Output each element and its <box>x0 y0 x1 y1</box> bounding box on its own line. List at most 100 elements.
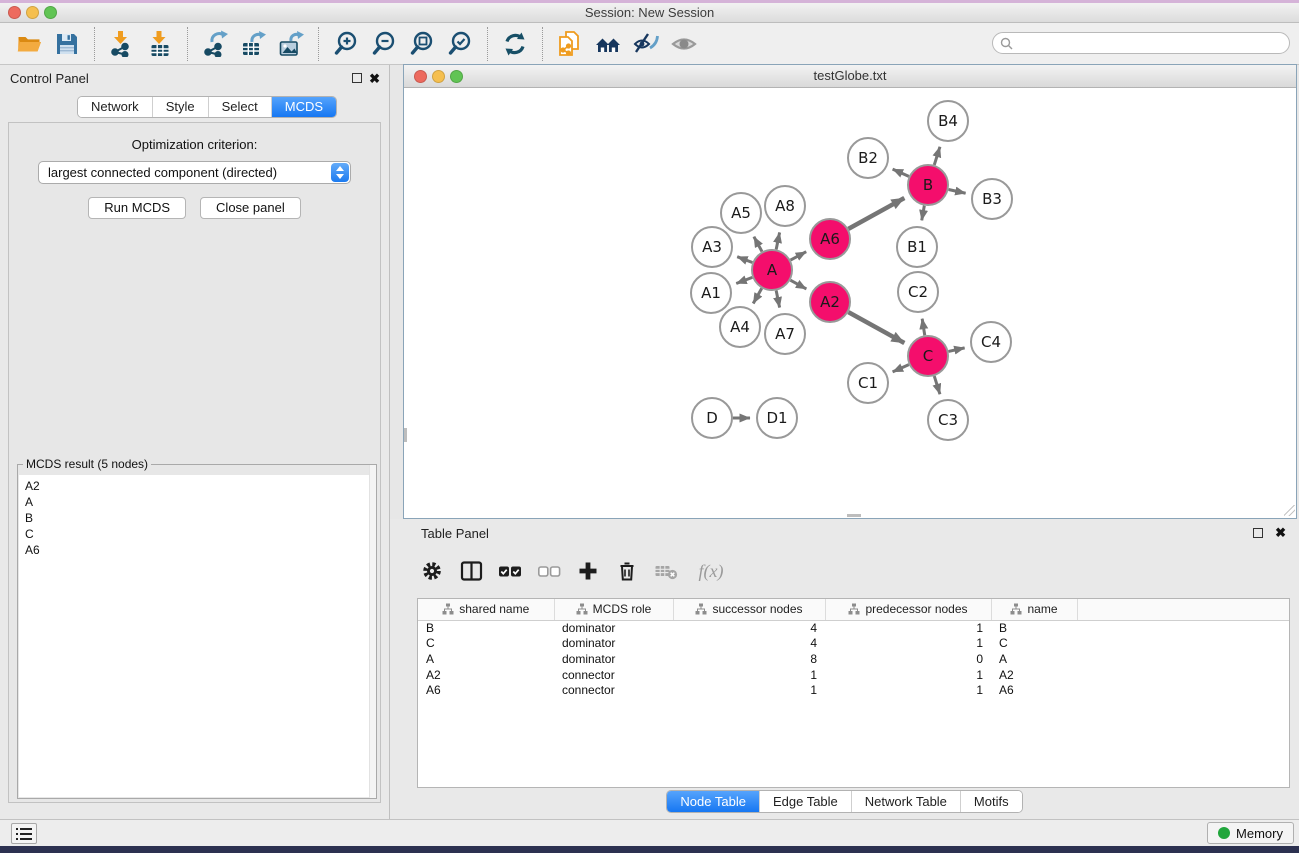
table-cell[interactable]: dominator <box>554 636 673 652</box>
search-field[interactable] <box>992 32 1290 54</box>
create-column-button[interactable] <box>576 559 600 583</box>
node-B3[interactable]: B3 <box>972 179 1012 219</box>
zoom-selected-button[interactable] <box>441 26 479 62</box>
zoom-out-button[interactable] <box>365 26 403 62</box>
network-close-button[interactable] <box>414 70 427 83</box>
mcds-result-item[interactable]: A <box>19 494 375 510</box>
table-panel-close-button[interactable]: ✖ <box>1275 527 1286 539</box>
edge-A-A1[interactable] <box>736 277 752 283</box>
table-panel-float-button[interactable] <box>1253 528 1263 538</box>
tab-node-table[interactable]: Node Table <box>667 791 759 812</box>
tab-network[interactable]: Network <box>78 97 152 117</box>
edge-C-C2[interactable] <box>922 319 925 336</box>
export-network-button[interactable] <box>196 26 234 62</box>
column-header-MCDS-role[interactable]: MCDS role <box>554 599 673 620</box>
mcds-result-item[interactable]: A6 <box>19 542 375 558</box>
table-settings-button[interactable] <box>420 559 444 583</box>
node-A8[interactable]: A8 <box>765 186 805 226</box>
node-D1[interactable]: D1 <box>757 398 797 438</box>
table-cell[interactable]: dominator <box>554 620 673 636</box>
table-cell[interactable]: A2 <box>991 667 1077 683</box>
table-cell[interactable]: 1 <box>825 620 991 636</box>
network-hscroll-thumb[interactable] <box>847 514 861 517</box>
show-column-panel-button[interactable] <box>459 559 483 583</box>
table-cell[interactable]: 1 <box>673 682 825 698</box>
mcds-result-item[interactable]: B <box>19 510 375 526</box>
column-header-predecessor-nodes[interactable]: predecessor nodes <box>825 599 991 620</box>
network-vscroll-thumb[interactable] <box>404 428 407 442</box>
show-graphics-details-button[interactable] <box>665 26 703 62</box>
mcds-result-item[interactable]: C <box>19 526 375 542</box>
edge-B-B1[interactable] <box>922 206 925 221</box>
edge-A-A8[interactable] <box>776 232 779 249</box>
delete-column-button[interactable] <box>615 559 639 583</box>
edge-A-A6[interactable] <box>791 252 807 260</box>
tab-motifs[interactable]: Motifs <box>960 791 1022 812</box>
clone-network-button[interactable] <box>551 26 589 62</box>
edge-A2-C[interactable] <box>848 312 904 343</box>
table-cell[interactable]: C <box>991 636 1077 652</box>
refresh-button[interactable] <box>496 26 534 62</box>
table-cell[interactable]: 1 <box>825 682 991 698</box>
edge-B-B2[interactable] <box>893 169 909 176</box>
node-C3[interactable]: C3 <box>928 400 968 440</box>
task-history-button[interactable] <box>11 823 37 844</box>
node-A7[interactable]: A7 <box>765 314 805 354</box>
tab-select[interactable]: Select <box>208 97 271 117</box>
node-B[interactable]: B <box>908 165 948 205</box>
table-cell[interactable]: 4 <box>673 636 825 652</box>
import-network-button[interactable] <box>103 26 141 62</box>
window-resize-grip[interactable] <box>1284 505 1295 516</box>
control-panel-float-button[interactable] <box>352 73 362 83</box>
network-canvas[interactable]: B4B2BB3A8A5A6A3B1AC2A1A2A4A7C4CC1DD1C3 <box>404 88 1296 517</box>
node-D[interactable]: D <box>692 398 732 438</box>
table-cell[interactable]: 0 <box>825 651 991 667</box>
minimize-window-button[interactable] <box>26 6 39 19</box>
table-cell[interactable]: 1 <box>825 636 991 652</box>
node-A6[interactable]: A6 <box>810 219 850 259</box>
table-cell[interactable]: 8 <box>673 651 825 667</box>
home-button[interactable] <box>589 26 627 62</box>
network-maximize-button[interactable] <box>450 70 463 83</box>
node-A2[interactable]: A2 <box>810 282 850 322</box>
table-row[interactable]: A6connector11A6 <box>418 682 1289 698</box>
maximize-window-button[interactable] <box>44 6 57 19</box>
edge-A-A4[interactable] <box>753 288 762 303</box>
node-B2[interactable]: B2 <box>848 138 888 178</box>
table-row[interactable]: A2connector11A2 <box>418 667 1289 683</box>
tab-style[interactable]: Style <box>152 97 208 117</box>
export-image-button[interactable] <box>272 26 310 62</box>
edge-A-A3[interactable] <box>737 257 752 263</box>
edge-A-A7[interactable] <box>776 291 779 308</box>
edge-C-C1[interactable] <box>893 365 909 372</box>
import-table-button[interactable] <box>141 26 179 62</box>
edge-A-A2[interactable] <box>790 280 806 289</box>
result-list-scrollbar[interactable] <box>369 465 376 798</box>
table-cell[interactable]: connector <box>554 667 673 683</box>
edge-A-A5[interactable] <box>754 237 762 252</box>
node-C[interactable]: C <box>908 336 948 376</box>
delete-table-button[interactable] <box>654 559 678 583</box>
table-cell[interactable]: 1 <box>673 667 825 683</box>
search-input[interactable] <box>1018 36 1289 50</box>
network-minimize-button[interactable] <box>432 70 445 83</box>
zoom-in-button[interactable] <box>327 26 365 62</box>
table-cell[interactable]: A6 <box>418 682 554 698</box>
table-cell[interactable]: B <box>991 620 1077 636</box>
table-cell[interactable]: 1 <box>825 667 991 683</box>
table-cell[interactable]: C <box>418 636 554 652</box>
table-row[interactable]: Cdominator41C <box>418 636 1289 652</box>
select-all-rows-button[interactable] <box>498 559 522 583</box>
node-C1[interactable]: C1 <box>848 363 888 403</box>
deselect-all-rows-button[interactable] <box>537 559 561 583</box>
table-row[interactable]: Adominator80A <box>418 651 1289 667</box>
close-panel-button[interactable]: Close panel <box>200 197 301 219</box>
mcds-result-item[interactable]: A2 <box>19 475 375 494</box>
node-A3[interactable]: A3 <box>692 227 732 267</box>
tab-mcds[interactable]: MCDS <box>271 97 336 117</box>
table-cell[interactable]: A6 <box>991 682 1077 698</box>
table-row[interactable]: Bdominator41B <box>418 620 1289 636</box>
column-header-name[interactable]: name <box>991 599 1077 620</box>
tab-edge-table[interactable]: Edge Table <box>759 791 851 812</box>
column-header-successor-nodes[interactable]: successor nodes <box>673 599 825 620</box>
